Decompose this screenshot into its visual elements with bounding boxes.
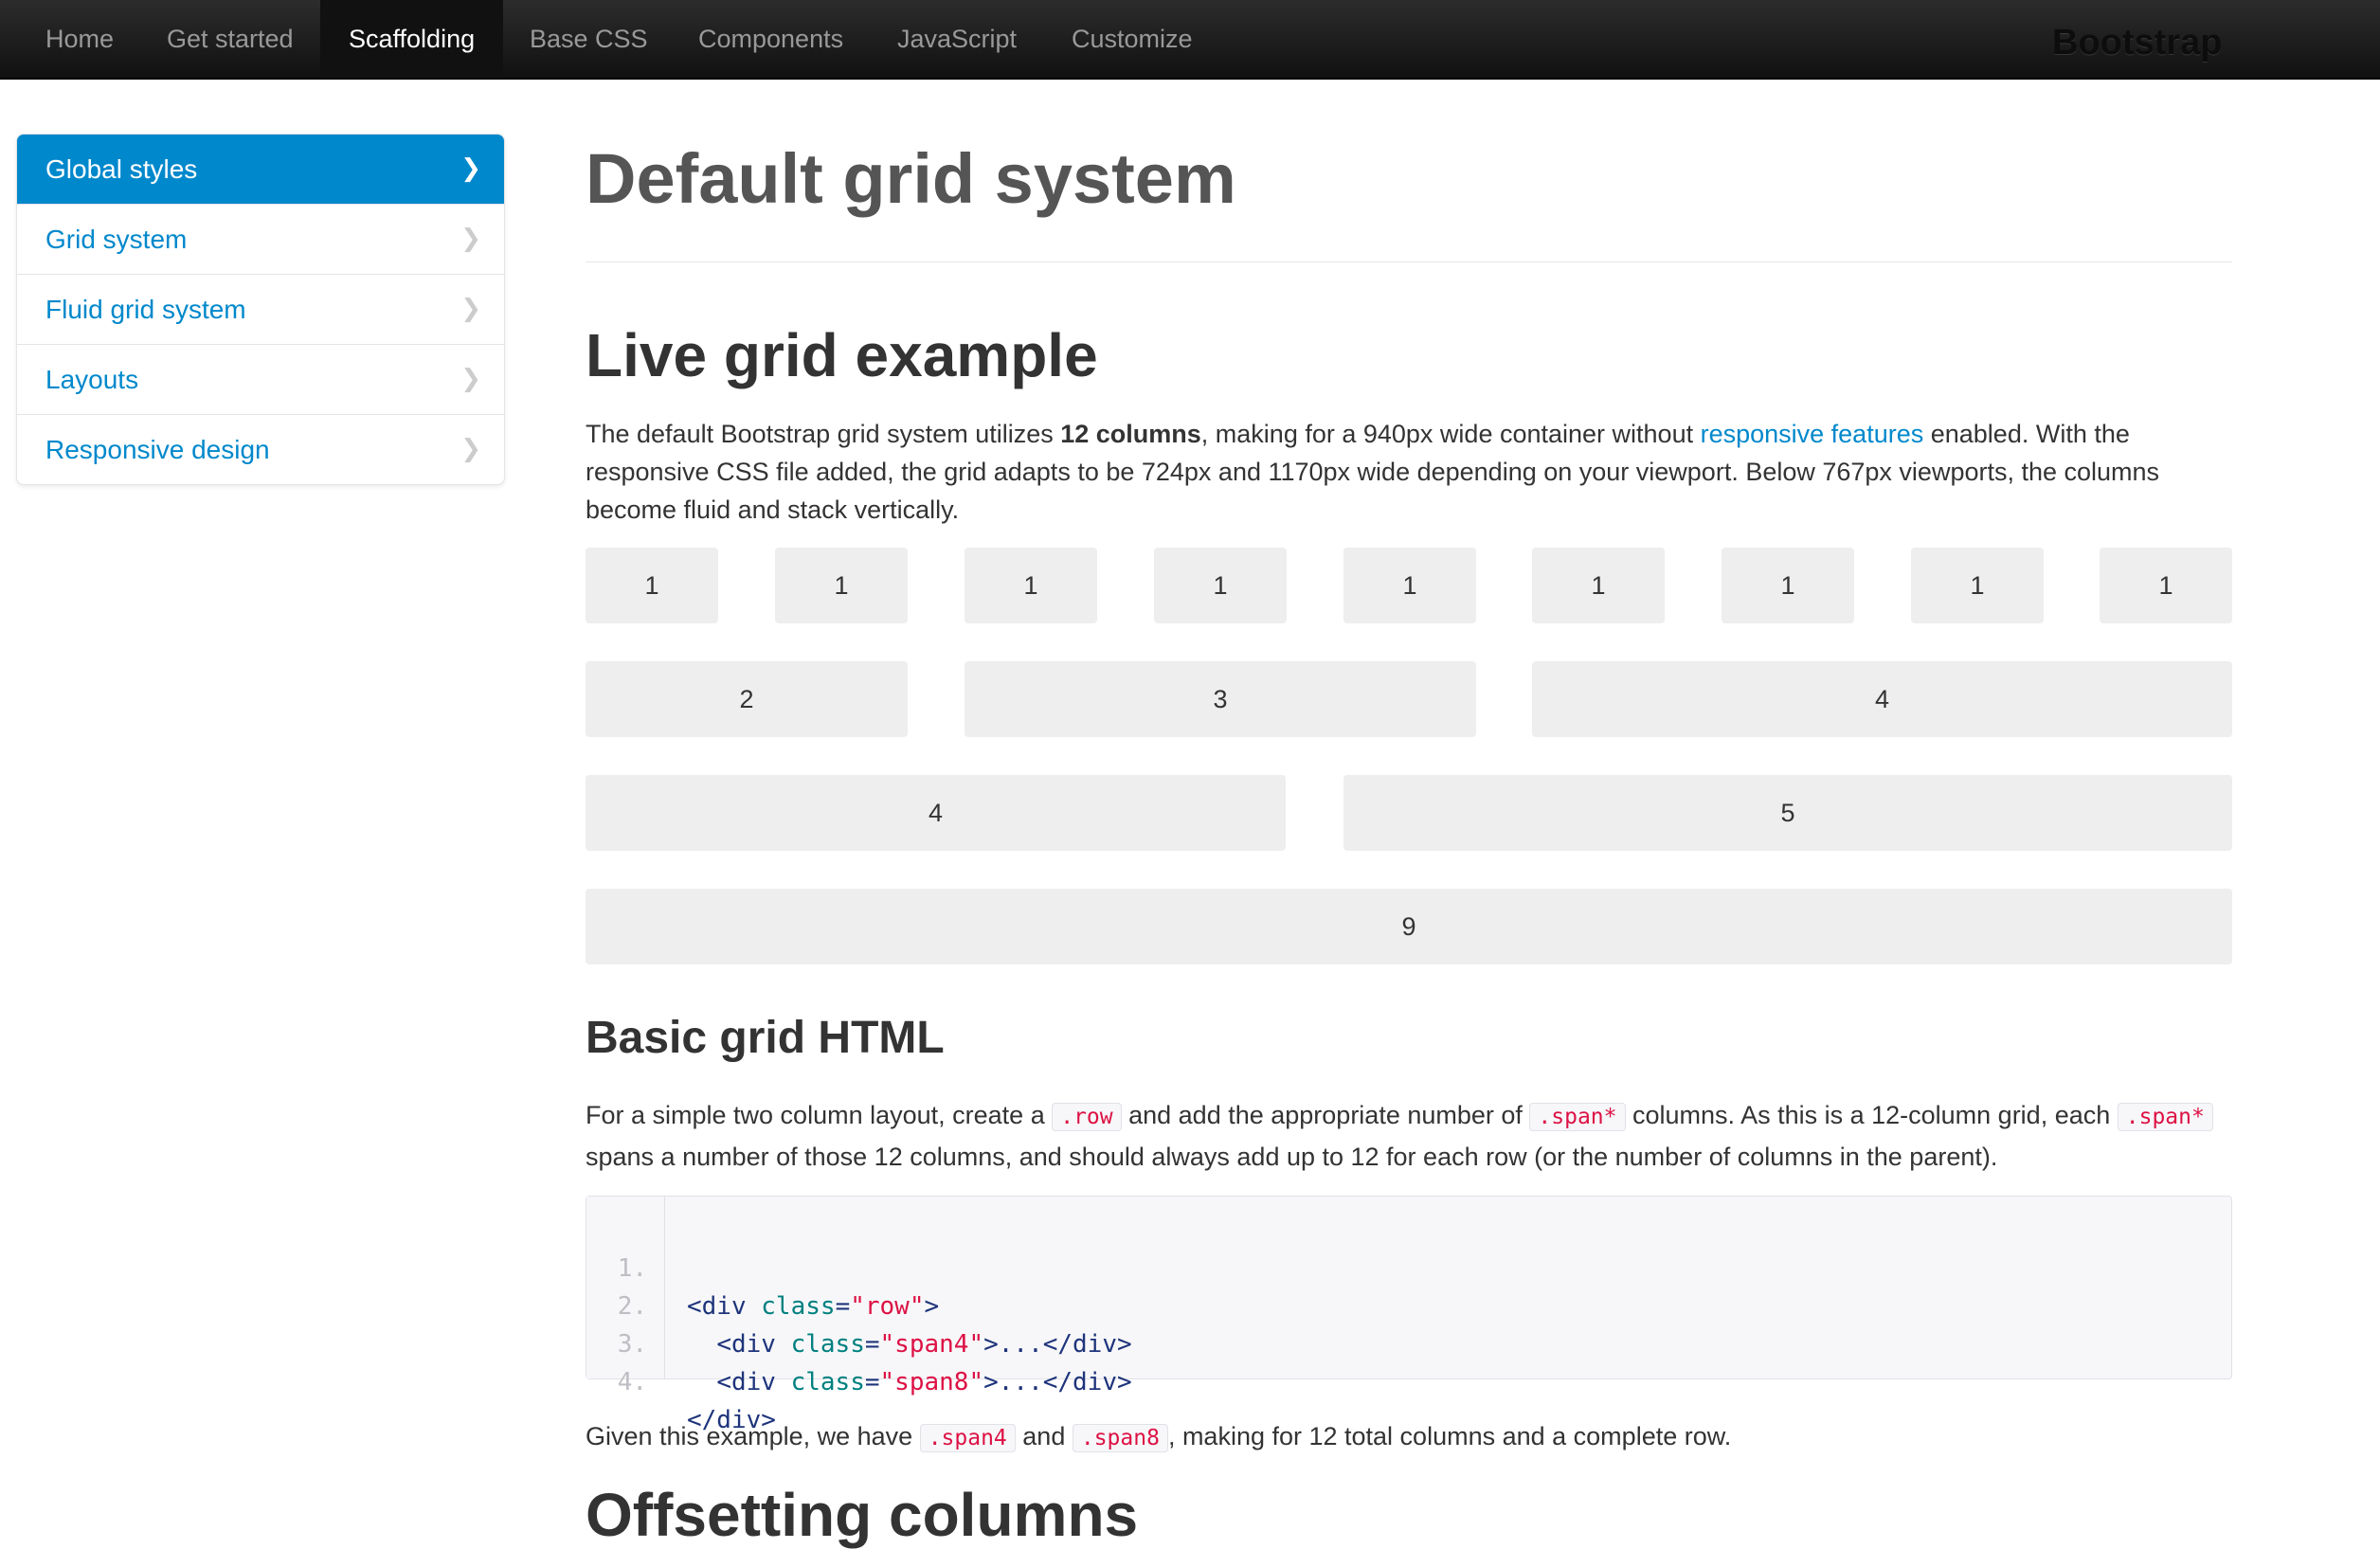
code-span: .span* (2117, 1103, 2213, 1131)
grid-cell: 1 (2100, 548, 2232, 623)
sidebar-item-label: Global styles (45, 154, 198, 184)
grid-cell: 1 (1722, 548, 1854, 623)
sidebar-item-grid-system[interactable]: Grid system ❯ (17, 204, 504, 274)
code-line: 2. <div class="span4">...</div> (586, 1250, 1132, 1359)
nav-components[interactable]: Components (670, 0, 872, 78)
nav-scaffolding[interactable]: Scaffolding (320, 0, 504, 78)
chevron-right-icon: ❯ (460, 435, 481, 463)
code-line: 1. <div class="row"> (586, 1212, 939, 1321)
title-divider (586, 261, 2232, 262)
code-span8: .span8 (1072, 1424, 1168, 1452)
code-line: 3. <div class="span8">...</div> (586, 1288, 1132, 1396)
basic-grid-summary: Given this example, we have .span4 and .… (586, 1422, 1732, 1452)
grid-cell: 1 (1911, 548, 2044, 623)
code-span4: .span4 (919, 1424, 1016, 1452)
nav-customize[interactable]: Customize (1043, 0, 1221, 78)
sidebar-item-label: Responsive design (45, 435, 270, 464)
bold-columns: 12 columns (1060, 420, 1201, 448)
sidebar-nav: Global styles ❯ Grid system ❯ Fluid grid… (16, 134, 505, 485)
grid-cell: 1 (965, 548, 1097, 623)
sidebar-item-label: Fluid grid system (45, 295, 246, 324)
grid-cell: 5 (1343, 775, 2232, 851)
code-row: .row (1052, 1103, 1122, 1131)
grid-cell: 9 (586, 889, 2232, 964)
basic-grid-description: For a simple two column layout, create a… (586, 1095, 2232, 1177)
grid-cell: 1 (775, 548, 908, 623)
grid-cell: 4 (586, 775, 1286, 851)
section-heading-live-grid: Live grid example (586, 321, 1098, 389)
chevron-right-icon: ❯ (460, 154, 481, 183)
section-heading-offsetting: Offsetting columns (586, 1481, 1139, 1549)
grid-cell: 1 (586, 548, 718, 623)
section-heading-basic-grid: Basic grid HTML (586, 1013, 945, 1063)
sidebar-item-label: Grid system (45, 225, 188, 254)
nav-javascript[interactable]: JavaScript (869, 0, 1045, 78)
brand-logo[interactable]: Bootstrap (2052, 0, 2222, 78)
chevron-right-icon: ❯ (460, 295, 481, 323)
nav-base-css[interactable]: Base CSS (501, 0, 676, 78)
chevron-right-icon: ❯ (460, 365, 481, 393)
sidebar-item-responsive-design[interactable]: Responsive design ❯ (17, 414, 504, 484)
chevron-right-icon: ❯ (460, 225, 481, 253)
sidebar-item-label: Layouts (45, 365, 139, 394)
grid-cell: 3 (965, 661, 1476, 737)
top-navbar: Home Get started Scaffolding Base CSS Co… (0, 0, 2380, 80)
live-grid-intro: The default Bootstrap grid system utiliz… (586, 420, 2160, 524)
grid-cell: 1 (1532, 548, 1665, 623)
nav-home[interactable]: Home (0, 0, 142, 78)
code-line: 4. </div> (586, 1325, 776, 1434)
grid-cell: 4 (1532, 661, 2232, 737)
grid-cell: 2 (586, 661, 908, 737)
grid-cell: 1 (1343, 548, 1476, 623)
responsive-features-link[interactable]: responsive features (1701, 420, 1924, 448)
code-example-block[interactable]: 1. <div class="row"> 2. <div class="span… (586, 1196, 2232, 1434)
code-span: .span* (1529, 1103, 1626, 1131)
nav-get-started[interactable]: Get started (138, 0, 322, 78)
line-number: 4. (617, 1368, 647, 1396)
grid-cell: 1 (1154, 548, 1287, 623)
sidebar-item-fluid-grid-system[interactable]: Fluid grid system ❯ (17, 274, 504, 344)
page-title: Default grid system (586, 139, 1236, 218)
sidebar-item-layouts[interactable]: Layouts ❯ (17, 344, 504, 414)
sidebar-item-global-styles[interactable]: Global styles ❯ (17, 135, 504, 204)
